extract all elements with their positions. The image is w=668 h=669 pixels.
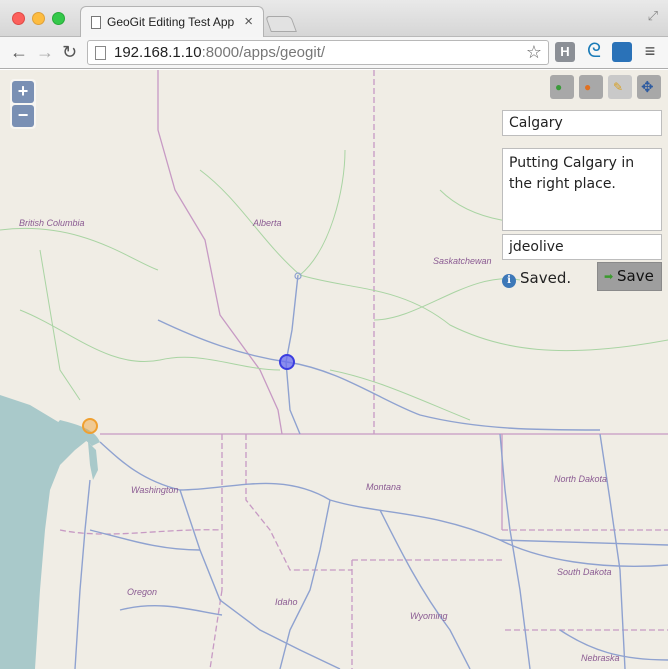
save-button[interactable]: ➡ Save <box>597 262 662 291</box>
url-text: 192.168.1.10:8000/apps/geogit/ <box>114 44 326 61</box>
minor-road <box>373 278 521 321</box>
place-label: Oregon <box>127 587 158 597</box>
minor-road <box>39 249 81 401</box>
close-tab-icon[interactable]: × <box>244 13 253 30</box>
highway <box>179 489 341 669</box>
move-icon: ✥ <box>641 79 654 96</box>
place-label: Montana <box>366 482 402 492</box>
forward-icon[interactable]: → <box>36 41 54 63</box>
edit-tool[interactable]: ✎ <box>608 75 632 99</box>
place-label: Alberta <box>253 218 282 228</box>
add-point-tool[interactable]: ● <box>550 75 574 99</box>
extension-h-icon[interactable]: H <box>555 42 575 62</box>
move-tool[interactable]: ✥ <box>637 75 661 99</box>
place-label: Idaho <box>275 597 298 607</box>
author-field[interactable]: jdeolive <box>502 234 662 260</box>
save-button-label: Save <box>617 267 654 285</box>
zoom-in-button[interactable]: + <box>12 81 34 103</box>
vancouver-point <box>82 418 98 434</box>
maximize-window-button[interactable] <box>52 12 65 25</box>
new-tab-button[interactable] <box>265 16 297 32</box>
place-label: Wyoming <box>410 611 448 621</box>
arrow-right-icon: ➡ <box>604 270 614 283</box>
minor-road <box>199 169 301 276</box>
name-field[interactable]: Calgary <box>502 110 662 136</box>
or-id-border <box>209 589 223 669</box>
place-label: Nebraska <box>581 653 620 663</box>
fullscreen-icon[interactable]: ⤢ <box>648 8 658 24</box>
place-label: South Dakota <box>557 567 612 577</box>
page-icon <box>91 16 101 29</box>
highway <box>499 433 531 669</box>
place-label: North Dakota <box>554 474 608 484</box>
close-window-button[interactable] <box>12 12 25 25</box>
place-label: Saskatchewan <box>433 256 492 266</box>
calgary-point <box>279 354 295 370</box>
highway <box>599 433 626 669</box>
minor-road <box>299 149 346 276</box>
pencil-icon: ✎ <box>613 80 624 94</box>
info-icon: i <box>502 274 516 288</box>
browser-tab[interactable]: GeoGit Editing Test App × <box>80 6 264 38</box>
highway <box>379 509 471 669</box>
address-bar[interactable]: 192.168.1.10:8000/apps/geogit/ ☆ <box>87 40 549 65</box>
page-icon <box>95 46 106 60</box>
tab-title: GeoGit Editing Test App <box>107 15 235 29</box>
highway <box>99 441 668 546</box>
minor-road <box>329 369 471 421</box>
commit-message-field[interactable]: Putting Calgary in the right place. <box>502 148 662 231</box>
puget-water <box>88 442 98 480</box>
zoom-out-button[interactable]: − <box>12 105 34 127</box>
pacific-water <box>0 395 90 669</box>
minor-road <box>0 228 159 271</box>
extension-swirl-icon[interactable]: ᘓ <box>584 41 604 62</box>
reload-icon[interactable]: ↻ <box>62 41 77 63</box>
highway <box>119 605 223 616</box>
minimize-window-button[interactable] <box>32 12 45 25</box>
save-status: Saved. <box>520 269 572 287</box>
delete-point-tool[interactable]: ● <box>579 75 603 99</box>
extension-screen-icon[interactable] <box>612 42 632 62</box>
add-point-icon: ● <box>555 80 563 94</box>
highway <box>74 479 91 669</box>
bc-alberta-border <box>157 70 283 435</box>
place-label: Washington <box>131 485 179 495</box>
zoom-control: + − <box>10 79 36 129</box>
highway <box>157 319 601 431</box>
menu-icon[interactable]: ≡ <box>640 42 660 62</box>
browser-titlebar: GeoGit Editing Test App × ⤢ <box>0 0 668 38</box>
back-icon[interactable]: ← <box>10 41 28 63</box>
delete-point-icon: ● <box>584 80 592 94</box>
bookmark-star-icon[interactable]: ☆ <box>526 42 542 63</box>
place-label: British Columbia <box>19 218 85 228</box>
browser-toolbar: ← → ↻ 192.168.1.10:8000/apps/geogit/ ☆ H… <box>0 37 668 69</box>
